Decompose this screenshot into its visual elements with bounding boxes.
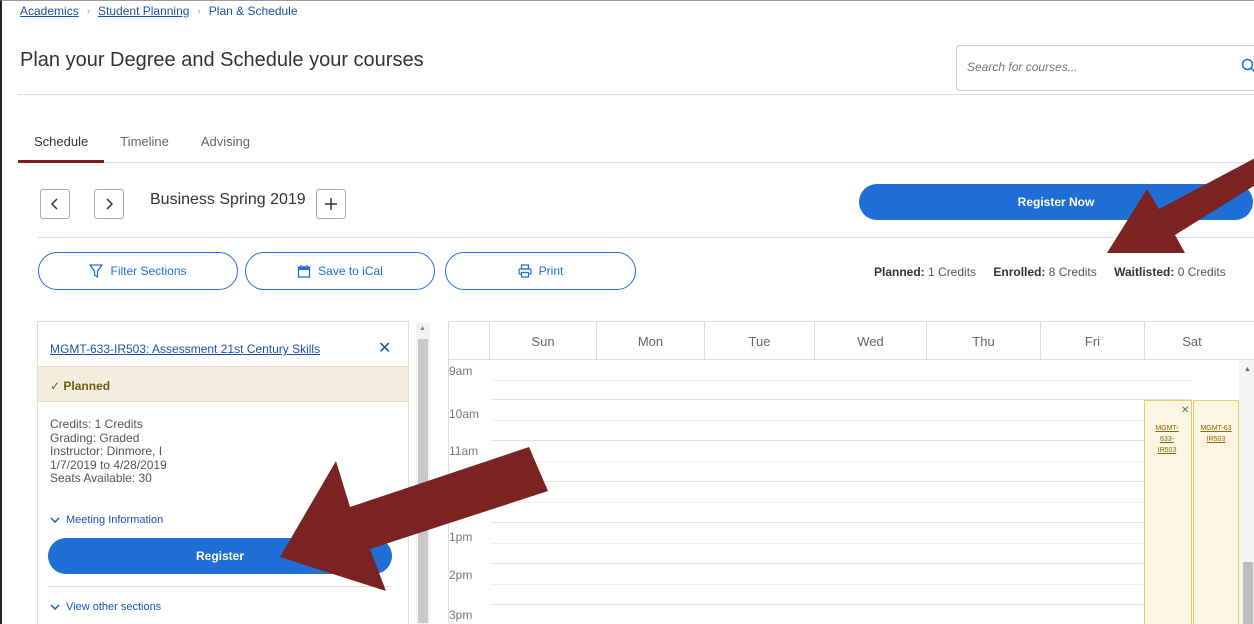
planned-status-band: ✓ Planned [38,366,408,402]
close-icon[interactable]: ✕ [1181,405,1189,416]
printer-icon [518,264,532,278]
detail-dates: 1/7/2019 to 4/28/2019 [50,457,167,472]
view-other-sections-label: View other sections [66,601,162,613]
tab-timeline[interactable]: Timeline [104,131,185,163]
chevron-down-icon [50,517,60,523]
status-label: Planned [63,379,111,393]
check-icon: ✓ [50,379,61,393]
search-box [956,45,1254,91]
tab-advising[interactable]: Advising [185,131,266,163]
breadcrumb-separator: › [86,5,91,17]
enrolled-credits-label: Enrolled: [993,265,1046,279]
detail-seats: Seats Available: 30 [50,471,152,485]
tab-schedule[interactable]: Schedule [18,131,105,163]
grid-line [491,481,1191,482]
breadcrumb-academics[interactable]: Academics [20,4,79,18]
search-icon[interactable] [1241,58,1254,74]
previous-term-button[interactable] [40,189,70,219]
annotation-arrow-icon [280,447,548,591]
search-input[interactable] [967,60,1227,74]
day-sat: Sat [1144,322,1239,360]
scrollbar-thumb[interactable] [1243,562,1253,624]
term-name: Business Spring 2019 [150,191,306,208]
schedule-calendar: Sun Mon Tue Wed Thu Fri Sat 9am 10am 11a… [448,321,1254,624]
print-label: Print [538,264,564,278]
filter-sections-label: Filter Sections [110,264,187,278]
hour-label: 9am [449,364,473,378]
detail-credits: Credits: 1 Credits [50,417,143,431]
grid-line [491,522,1191,523]
filter-sections-button[interactable]: Filter Sections [38,252,238,290]
meeting-information-toggle[interactable]: Meeting Information [50,514,163,526]
meeting-information-label: Meeting Information [66,514,164,526]
day-thu: Thu [926,322,1040,360]
grid-line [491,440,1191,441]
close-icon[interactable]: ✕ [378,338,391,358]
event-link[interactable]: MGMT-633- IR503 [1149,423,1185,456]
grid-line [491,543,1191,544]
app-window: Academics › Student Planning › Plan & Sc… [0,0,1254,624]
breadcrumb: Academics › Student Planning › Plan & Sc… [20,4,298,18]
grid-line [491,604,1191,605]
page-header: Plan your Degree and Schedule your cours… [18,29,1254,95]
divider [38,237,1254,238]
grid-line [491,420,1191,421]
chevron-right-icon [106,198,114,210]
grid-line [491,380,1191,381]
grid-line [491,461,1191,462]
status-badge: ✓ Planned [50,379,110,393]
hour-label: 10am [449,407,480,421]
chevron-left-icon [50,198,58,210]
calendar-icon [297,265,311,278]
detail-instructor: Instructor: Dinmore, I [50,444,163,458]
calendar-event[interactable]: ✕ MGMT-633- IR503 [1144,400,1192,624]
grid-line [491,399,1191,400]
course-details: Credits: 1 Credits Grading: Graded Instr… [50,417,167,486]
planned-credits-value: 1 Credits [928,265,977,279]
day-mon: Mon [596,322,704,360]
planned-credits-label: Planned: [874,265,925,279]
chevron-down-icon [50,604,60,610]
scroll-up-icon[interactable]: ▲ [419,325,426,332]
annotation-arrow-icon [1107,158,1254,253]
grid-line [491,502,1191,503]
detail-grading: Grading: Graded [50,430,140,445]
grid-line [491,584,1191,585]
event-section: IR503 [1157,447,1177,454]
breadcrumb-plan-schedule: Plan & Schedule [208,4,298,18]
view-other-sections-toggle[interactable]: View other sections [50,601,161,613]
filter-icon [89,264,104,278]
day-wed: Wed [814,322,926,360]
save-to-ical-label: Save to iCal [318,264,383,278]
grid-line [491,563,1191,564]
day-tue: Tue [704,322,814,360]
event-link[interactable]: MGMT-63 IR503 [1198,423,1234,445]
save-to-ical-button[interactable]: Save to iCal [245,252,435,290]
day-sun: Sun [489,322,596,360]
print-button[interactable]: Print [445,252,636,290]
event-label: MGMT-63 [1200,425,1232,432]
calendar-scrollbar[interactable]: ▲ [1239,360,1254,624]
course-title-link[interactable]: MGMT-633-IR503: Assessment 21st Century … [50,342,320,356]
breadcrumb-student-planning[interactable]: Student Planning [98,4,189,18]
calendar-header: Sun Mon Tue Wed Thu Fri Sat [449,322,1254,360]
page-title: Plan your Degree and Schedule your cours… [20,49,424,71]
scroll-up-icon[interactable]: ▲ [1244,366,1251,373]
next-term-button[interactable] [94,189,124,219]
calendar-event[interactable]: MGMT-63 IR503 [1193,400,1239,624]
event-label: MGMT-633- [1155,425,1179,443]
plus-icon [325,198,337,210]
hour-label: 3pm [449,608,473,622]
day-fri: Fri [1040,322,1144,360]
breadcrumb-separator: › [197,5,201,17]
add-term-button[interactable] [316,189,346,219]
tab-bar: Schedule Timeline Advising [18,131,1254,163]
event-section: IR503 [1206,436,1226,443]
